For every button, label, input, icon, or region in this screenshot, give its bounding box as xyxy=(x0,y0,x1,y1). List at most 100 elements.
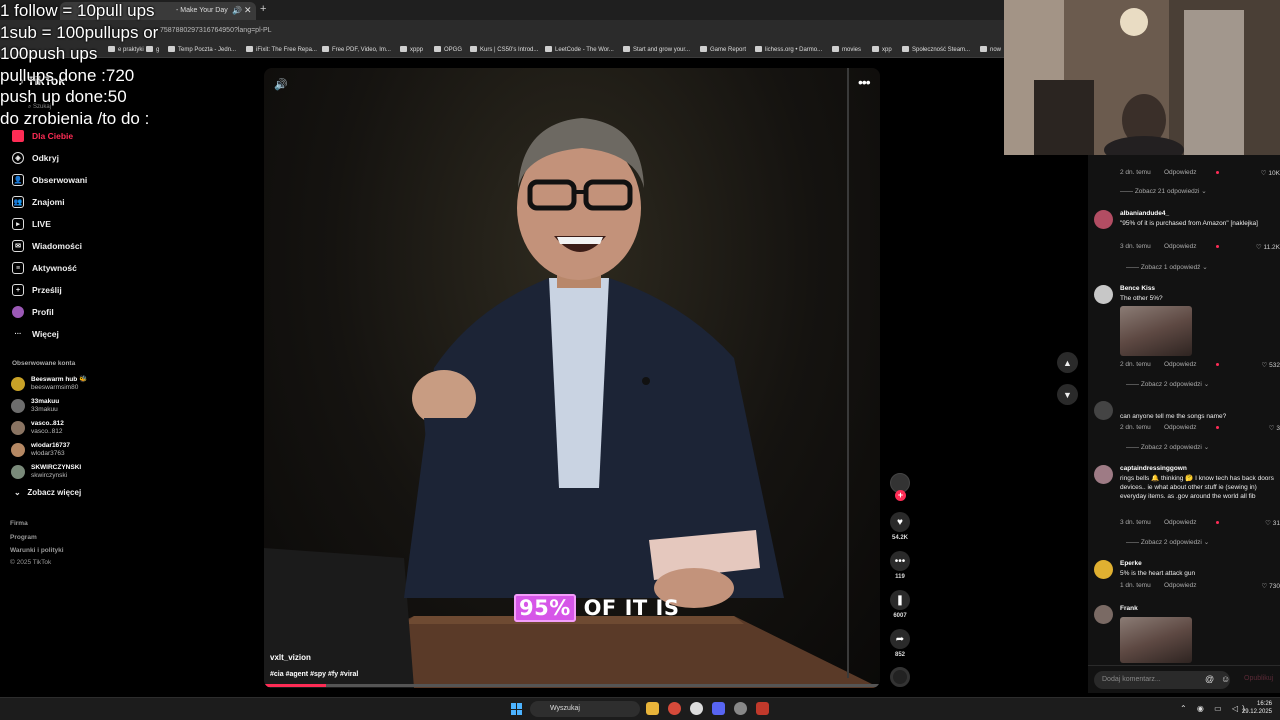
chrome-icon[interactable] xyxy=(668,702,681,715)
reply-button[interactable]: Odpowiedz xyxy=(1164,519,1197,526)
comment-like[interactable]: ♡ 10K xyxy=(1261,169,1280,177)
reply-button[interactable]: Odpowiedz xyxy=(1164,582,1197,589)
comment-username[interactable]: captaindressinggown xyxy=(1120,465,1187,472)
reply-button[interactable]: Odpowiedz xyxy=(1164,169,1197,176)
reply-button[interactable]: Odpowiedz xyxy=(1164,243,1197,250)
bookmark-item[interactable]: Start and grow your... xyxy=(623,46,690,53)
followed-account[interactable]: 33makuu 33makuu xyxy=(11,398,59,414)
app-icon[interactable] xyxy=(756,702,769,715)
sidebar-item-friends[interactable]: 👥 Znajomi xyxy=(12,194,65,210)
sidebar-item-more[interactable]: ··· Więcej xyxy=(12,326,59,342)
windows-start-icon[interactable] xyxy=(511,703,523,715)
sidebar-item-profile[interactable]: Profil xyxy=(12,304,54,320)
comment-username[interactable]: Eperke xyxy=(1120,560,1142,567)
followed-account[interactable]: wlodar16737 wlodar3763 xyxy=(11,442,70,458)
video-progress-bar[interactable] xyxy=(264,684,880,687)
comment-like[interactable]: ♡ 31 xyxy=(1265,519,1280,527)
bookmark-label: LeetCode - The Wor... xyxy=(555,47,614,53)
taskbar-search-input[interactable]: Wyszukaj xyxy=(530,701,640,717)
address-bar[interactable]: 7587880297316764950?lang=pl-PL xyxy=(0,20,1004,42)
comment-username[interactable]: Bence Kiss xyxy=(1120,285,1155,292)
footer-link[interactable]: Warunki i polityki xyxy=(10,547,64,554)
more-options-icon[interactable]: ••• xyxy=(858,74,871,90)
bookmark-item[interactable]: iFixit: The Free Repa... xyxy=(246,46,317,53)
discord-icon[interactable] xyxy=(712,702,725,715)
search-input[interactable]: ⌕ Szukaj xyxy=(28,104,51,111)
followed-account[interactable]: vasco..812 vasco..812 xyxy=(11,420,64,436)
video-author[interactable]: vxlt_vizion xyxy=(270,653,311,662)
avatar[interactable] xyxy=(1094,605,1113,624)
bookmark-item[interactable]: movies xyxy=(832,46,861,53)
next-video-button[interactable]: ▼ xyxy=(1057,384,1078,405)
comment-username[interactable]: albaniandude4_ xyxy=(1120,210,1169,217)
bookmark-item[interactable]: xppp xyxy=(400,46,423,53)
emoji-icon[interactable]: ☺ xyxy=(1221,674,1230,684)
video-player[interactable]: 🔊 ••• 95% OF IT IS vxlt_vizion #cia #age… xyxy=(264,68,880,688)
video-hashtags[interactable]: #cia #agent #spy #fy #viral xyxy=(270,671,358,678)
tab-close-icon[interactable]: ✕ xyxy=(244,5,252,16)
bookmark-item[interactable]: lichess.org • Darmo... xyxy=(755,46,822,53)
comment-like[interactable]: ♡ 730 xyxy=(1262,582,1280,590)
view-replies-button[interactable]: —— Zobacz 2 odpowiedzi ⌄ xyxy=(1126,538,1209,546)
view-replies-button[interactable]: —— Zobacz 21 odpowiedzi ⌄ xyxy=(1120,187,1207,195)
system-tray[interactable]: ⌃ ◉ ▭ ◁) xyxy=(1180,704,1249,713)
sidebar-item-explore[interactable]: ◈ Odkryj xyxy=(12,150,59,166)
post-comment-button[interactable]: Opublikuj xyxy=(1244,675,1273,682)
tab-audio-icon[interactable]: 🔊 xyxy=(232,6,242,15)
footer-link[interactable]: Firma xyxy=(10,520,28,527)
browser-tab-active[interactable]: - Make Your Day 🔊 ✕ xyxy=(60,2,256,20)
bookmark-item[interactable]: Temp Poczta - Jedn... xyxy=(168,46,236,53)
comment-sticker-image xyxy=(1120,306,1192,356)
bookmark-item[interactable]: xpp xyxy=(872,46,892,53)
music-disc-icon[interactable] xyxy=(890,667,910,687)
browser-tab-strip: - Make Your Day 🔊 ✕ + xyxy=(0,0,1004,20)
bookmark-item[interactable]: Free PDF, Video, Im... xyxy=(322,46,391,53)
obs-icon[interactable] xyxy=(734,702,747,715)
avatar[interactable] xyxy=(1094,401,1113,420)
sidebar-item-for-you[interactable]: ⌂ Dla Ciebie xyxy=(12,128,73,144)
sidebar-item-messages[interactable]: ✉ Wiadomości xyxy=(12,238,82,254)
comment-like[interactable]: ♡ 11.2K xyxy=(1256,243,1280,251)
comment-button[interactable]: ••• 119 xyxy=(888,551,912,580)
comment-like[interactable]: ♡ 532 xyxy=(1262,361,1280,369)
tiktok-logo[interactable]: ♪ TikTok xyxy=(18,74,65,88)
view-replies-button[interactable]: —— Zobacz 2 odpowiedzi ⌄ xyxy=(1126,380,1209,388)
see-more-button[interactable]: ⌄ Zobacz więcej xyxy=(14,488,81,497)
bookmark-item[interactable]: Kurs | CS50's Introd... xyxy=(470,46,538,53)
avatar[interactable] xyxy=(1094,210,1113,229)
reply-button[interactable]: Odpowiedz xyxy=(1164,361,1197,368)
sidebar-item-following[interactable]: 👤 Obserwowani xyxy=(12,172,87,188)
previous-video-button[interactable]: ▲ xyxy=(1057,352,1078,373)
comment-like[interactable]: ♡ 3 xyxy=(1269,424,1280,432)
bookmark-item[interactable]: LeetCode - The Wor... xyxy=(545,46,614,53)
share-button[interactable]: ➦ 852 xyxy=(888,629,912,658)
new-tab-button[interactable]: + xyxy=(260,3,266,15)
followed-account[interactable]: SKWIRCZYNSKI skwirczynski xyxy=(11,464,81,480)
clock[interactable]: 16:26 29.12.2025 xyxy=(1240,700,1272,716)
bookmark-item[interactable]: now xyxy=(980,46,1001,53)
bookmark-item[interactable]: e praktyki xyxy=(108,46,144,53)
sidebar-item-live[interactable]: ▸ LIVE xyxy=(12,216,51,232)
bookmark-item[interactable]: g xyxy=(146,46,159,53)
view-replies-button[interactable]: —— Zobacz 2 odpowiedzi ⌄ xyxy=(1126,443,1209,451)
file-explorer-icon[interactable] xyxy=(646,702,659,715)
follow-plus-icon[interactable]: + xyxy=(895,490,906,501)
avatar[interactable] xyxy=(1094,285,1113,304)
like-button[interactable]: ♥ 54.2K xyxy=(888,512,912,541)
sidebar-item-activity[interactable]: ≡ Aktywność xyxy=(12,260,77,276)
volume-icon[interactable]: 🔊 xyxy=(274,78,288,91)
view-replies-button[interactable]: —— Zobacz 1 odpowiedź ⌄ xyxy=(1126,263,1208,271)
bookmark-item[interactable]: OPGG xyxy=(434,46,462,53)
footer-link[interactable]: Program xyxy=(10,534,37,541)
save-button[interactable]: ❚ 6007 xyxy=(888,590,912,619)
mention-icon[interactable]: @ xyxy=(1205,674,1214,684)
followed-account[interactable]: Beeswarm hub 🐝 beeswarmsim80 xyxy=(11,376,87,392)
avatar[interactable] xyxy=(1094,465,1113,484)
bookmark-item[interactable]: Społeczność Steam... xyxy=(902,46,970,53)
comment-username[interactable]: Frank xyxy=(1120,605,1138,612)
steam-icon[interactable] xyxy=(690,702,703,715)
reply-button[interactable]: Odpowiedz xyxy=(1164,424,1197,431)
avatar[interactable] xyxy=(1094,560,1113,579)
sidebar-item-upload[interactable]: + Prześlij xyxy=(12,282,62,298)
bookmark-item[interactable]: Game Report xyxy=(700,46,746,53)
